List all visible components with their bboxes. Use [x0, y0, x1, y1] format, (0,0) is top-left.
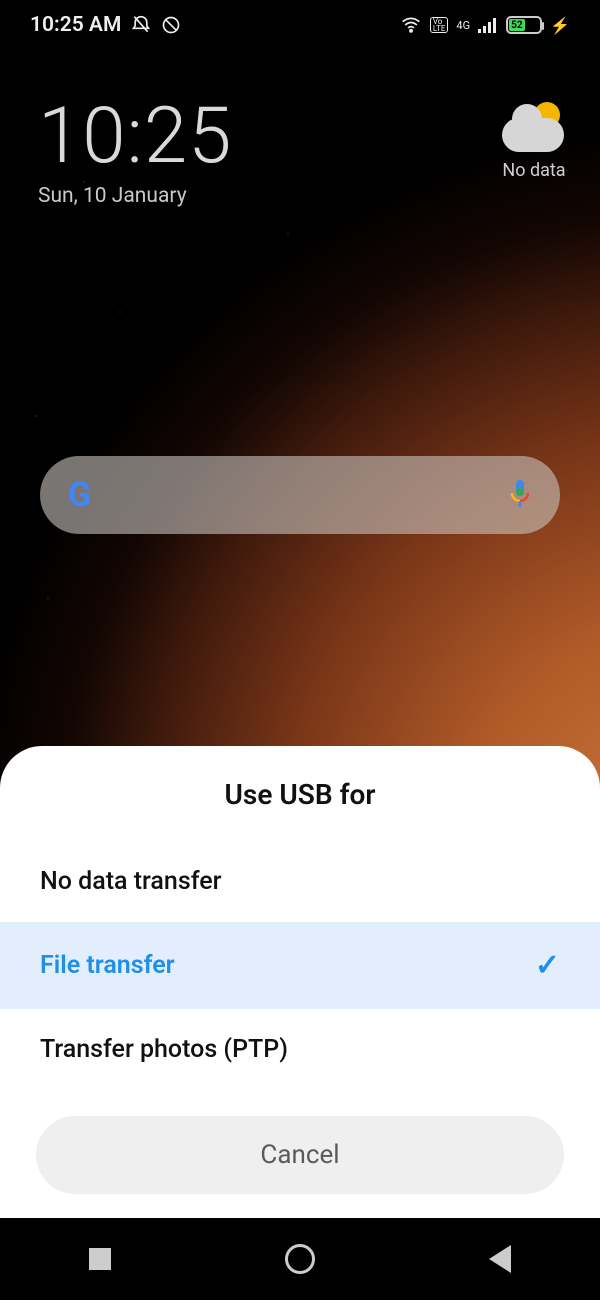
google-logo-icon: G	[68, 475, 91, 515]
network-label: 4G	[456, 19, 470, 32]
back-button[interactable]	[483, 1242, 517, 1276]
home-screen: 10:25 AM VoLTE 4G 52 ⚡ 10:25 Sun, 10 Jan…	[0, 0, 600, 1300]
battery-icon: 52	[506, 16, 542, 34]
recents-button[interactable]	[83, 1242, 117, 1276]
mute-icon	[131, 15, 151, 35]
status-bar: 10:25 AM VoLTE 4G 52 ⚡	[0, 0, 600, 50]
battery-level: 52	[509, 19, 525, 31]
usb-option-no-data[interactable]: No data transfer	[0, 841, 600, 922]
cancel-button[interactable]: Cancel	[36, 1116, 564, 1194]
home-button[interactable]	[283, 1242, 317, 1276]
status-time: 10:25 AM	[30, 13, 121, 37]
square-icon	[89, 1248, 111, 1270]
wifi-icon	[400, 15, 422, 35]
dnd-icon	[161, 15, 181, 35]
triangle-icon	[489, 1245, 511, 1273]
signal-icon	[478, 17, 498, 33]
cancel-label: Cancel	[260, 1140, 339, 1170]
usb-option-ptp[interactable]: Transfer photos (PTP)	[0, 1009, 600, 1090]
charging-icon: ⚡	[550, 16, 570, 35]
weather-cloud-icon	[502, 102, 566, 152]
nav-bar	[0, 1218, 600, 1300]
usb-option-file-transfer[interactable]: File transfer ✓	[0, 922, 600, 1009]
circle-icon	[285, 1244, 315, 1274]
check-icon: ✓	[535, 948, 560, 983]
usb-mode-sheet: Use USB for No data transfer File transf…	[0, 746, 600, 1218]
lock-date: Sun, 10 January	[38, 184, 232, 208]
lock-time: 10:25	[38, 98, 232, 176]
volte-icon: VoLTE	[430, 17, 449, 33]
google-search-bar[interactable]: G	[40, 456, 560, 534]
option-label: No data transfer	[40, 867, 221, 896]
option-label: Transfer photos (PTP)	[40, 1035, 288, 1064]
weather-widget[interactable]: No data	[502, 102, 566, 181]
weather-label: No data	[502, 160, 566, 181]
lock-clock-widget: 10:25 Sun, 10 January	[38, 98, 232, 208]
option-label: File transfer	[40, 951, 175, 980]
mic-icon[interactable]	[508, 479, 532, 511]
sheet-title: Use USB for	[0, 778, 600, 811]
